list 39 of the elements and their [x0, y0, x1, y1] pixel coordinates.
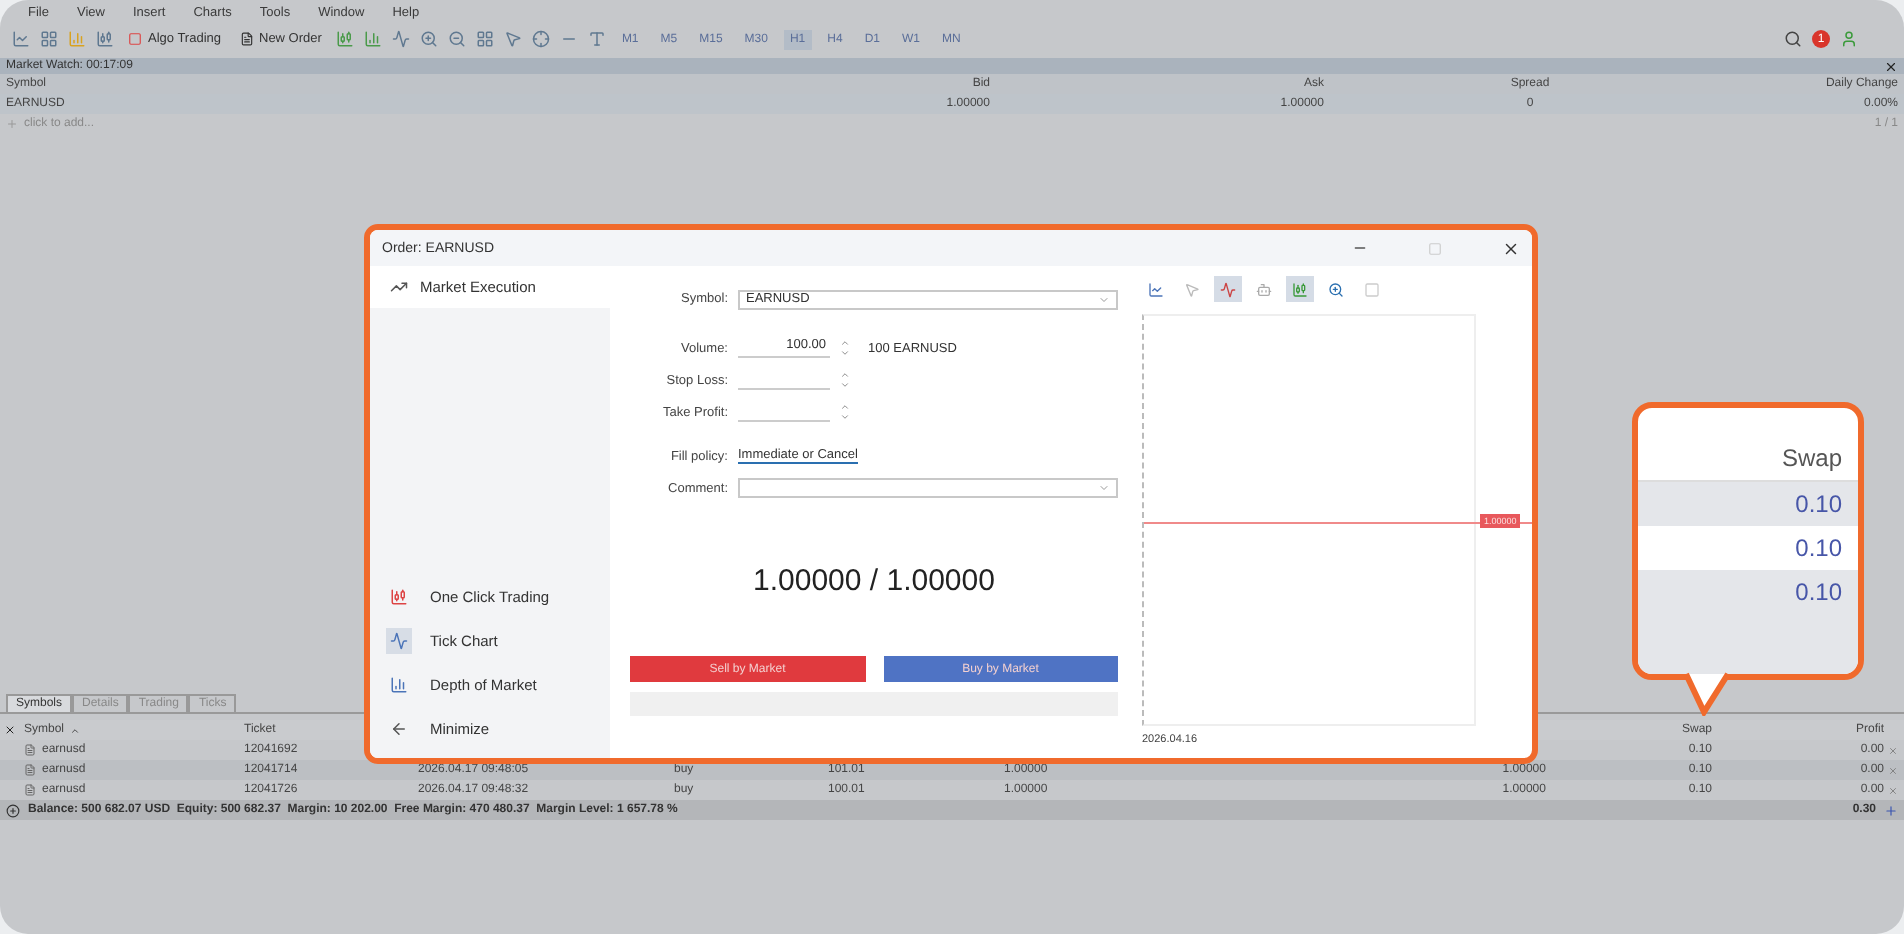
- text-icon[interactable]: [587, 30, 606, 48]
- sort-up-icon: [70, 725, 81, 735]
- user-icon[interactable]: [1840, 30, 1858, 48]
- tick-chart-icon[interactable]: [1214, 276, 1242, 302]
- candlestick-icon[interactable]: [96, 30, 114, 48]
- bar-chart-icon[interactable]: [363, 30, 382, 48]
- spinner-icon[interactable]: [840, 338, 850, 358]
- document-icon: [24, 744, 36, 756]
- document-icon: [239, 32, 253, 46]
- plus-icon[interactable]: [1884, 803, 1898, 817]
- line-chart-icon[interactable]: [391, 30, 410, 48]
- maximize-icon[interactable]: [1428, 241, 1442, 255]
- document-icon: [24, 784, 36, 796]
- spinner-icon[interactable]: [840, 370, 850, 390]
- comment-field[interactable]: [738, 478, 1118, 498]
- crosshair-icon[interactable]: [531, 30, 550, 48]
- plus-circle-icon[interactable]: [6, 803, 20, 817]
- dropdown-caret-icon: [1098, 482, 1110, 494]
- square-icon: [128, 32, 142, 46]
- candlestick-icon[interactable]: [335, 30, 354, 48]
- plus-icon: [6, 118, 18, 130]
- search-icon[interactable]: [1784, 30, 1802, 48]
- dropdown-caret-icon: [1098, 293, 1110, 305]
- close-icon[interactable]: [1502, 239, 1520, 257]
- close-icon[interactable]: [4, 724, 16, 736]
- zoom-in-icon[interactable]: [419, 30, 438, 48]
- price-quote: 1.00000 / 1.00000: [751, 561, 997, 601]
- trend-icon: [390, 278, 408, 296]
- document-icon: [24, 764, 36, 776]
- close-icon[interactable]: [1884, 59, 1898, 73]
- zoom-out-icon[interactable]: [447, 30, 466, 48]
- grid-icon[interactable]: [475, 30, 494, 48]
- candlestick-icon[interactable]: [1286, 276, 1314, 302]
- bar-chart-icon[interactable]: [68, 30, 86, 48]
- spinner-icon[interactable]: [840, 402, 850, 422]
- line-chart-icon[interactable]: [12, 30, 30, 48]
- cursor-icon[interactable]: [503, 30, 522, 48]
- table-cell: 0.10: [1638, 482, 1858, 526]
- table-cell: 0.10: [1638, 570, 1858, 614]
